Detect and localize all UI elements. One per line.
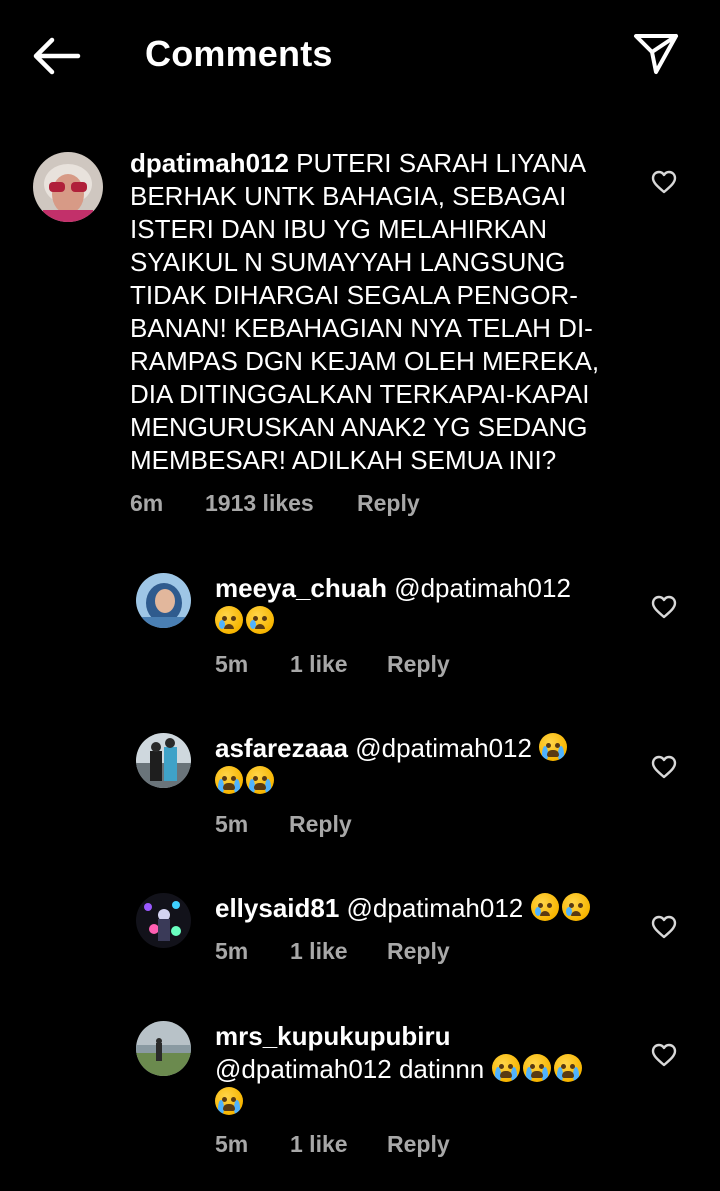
reply-username[interactable]: ellysaid81 (215, 893, 339, 923)
reply-meta: 5m 1 like Reply (215, 1131, 450, 1158)
crying-face-emoji (246, 606, 274, 634)
reply-meta: 5m 1 like Reply (215, 938, 450, 965)
reply-meta: 5m 1 like Reply (215, 651, 450, 678)
page-title: Comments (145, 33, 333, 74)
reply-username[interactable]: mrs_kupukupubiru (215, 1021, 450, 1051)
send-icon (634, 34, 678, 74)
crying-face-emoji (561, 893, 590, 921)
comment-item: dpatimah012 PUTERI SARAH LIYANA BERHAK U… (0, 140, 720, 530)
reply-item: ellysaid81 @dpatimah012 5m 1 like Reply (0, 890, 720, 1000)
reply-username[interactable]: asfarezaaa (215, 733, 348, 763)
reply-meta: 5m Reply (215, 811, 352, 838)
reply-button[interactable]: Reply (387, 1131, 450, 1158)
reply-text: asfarezaaa @dpatimah012 (215, 732, 625, 798)
reply-text: mrs_kupukupubiru @dpatimah012 datinnn (215, 1020, 625, 1119)
header-bar: Comments (0, 0, 720, 110)
back-button[interactable] (30, 34, 82, 78)
reply-mention[interactable]: @dpatimah012 (348, 733, 532, 763)
send-button[interactable] (632, 30, 680, 78)
avatar-image (136, 733, 191, 788)
comment-username[interactable]: dpatimah012 (130, 148, 289, 178)
reply-likes[interactable]: 1 like (290, 1131, 387, 1158)
reply-button[interactable]: Reply (357, 490, 420, 517)
like-button[interactable] (651, 1043, 679, 1069)
loudly-crying-face-emoji (215, 1087, 243, 1115)
reply-likes[interactable]: 1 like (290, 651, 387, 678)
reply-username[interactable]: meeya_chuah (215, 573, 387, 603)
loudly-crying-face-emoji (215, 766, 243, 794)
crying-face-emoji (215, 606, 243, 634)
reply-text: ellysaid81 @dpatimah012 (215, 892, 625, 925)
reply-button[interactable]: Reply (387, 651, 450, 678)
crying-face-emoji (530, 893, 559, 921)
arrow-left-icon (33, 37, 81, 75)
reply-item: mrs_kupukupubiru @dpatimah012 datinnn 5m… (0, 1018, 720, 1183)
heart-icon (651, 1043, 677, 1067)
loudly-crying-face-emoji (491, 1054, 520, 1082)
reply-item: meeya_chuah @dpatimah012 5m 1 like Reply (0, 570, 720, 700)
reply-mention[interactable]: @dpatimah012 datinnn (215, 1054, 484, 1084)
avatar[interactable] (136, 893, 191, 948)
reply-time: 5m (215, 938, 249, 964)
avatar[interactable] (33, 152, 103, 222)
like-button[interactable] (651, 170, 679, 196)
reply-mention[interactable]: @dpatimah012 (387, 573, 571, 603)
avatar-image (136, 893, 191, 948)
reply-mention[interactable]: @dpatimah012 (339, 893, 524, 923)
comment-text: dpatimah012 PUTERI SARAH LIYANA BERHAK U… (130, 147, 615, 477)
reply-text: meeya_chuah @dpatimah012 (215, 572, 625, 638)
reply-time: 5m (215, 811, 249, 837)
heart-icon (651, 915, 677, 939)
loudly-crying-face-emoji (246, 766, 274, 794)
reply-time: 5m (215, 651, 249, 677)
reply-button[interactable]: Reply (387, 938, 450, 965)
reply-button[interactable]: Reply (289, 811, 352, 838)
avatar-image (33, 152, 103, 222)
reply-likes[interactable]: 1 like (290, 938, 387, 965)
comment-likes[interactable]: 1913 likes (205, 490, 357, 517)
avatar-image (136, 1021, 191, 1076)
heart-icon (651, 170, 677, 194)
heart-icon (651, 595, 677, 619)
like-button[interactable] (651, 595, 679, 621)
reply-time: 5m (215, 1131, 249, 1157)
comment-body: PUTERI SARAH LIYANA BERHAK UNTK BAHAGIA,… (130, 148, 600, 475)
avatar[interactable] (136, 573, 191, 628)
like-button[interactable] (651, 915, 679, 941)
loudly-crying-face-emoji (539, 733, 568, 761)
comment-time: 6m (130, 490, 164, 516)
loudly-crying-face-emoji (522, 1054, 551, 1082)
loudly-crying-face-emoji (553, 1054, 582, 1082)
avatar-image (136, 573, 191, 628)
comment-meta: 6m 1913 likes Reply (130, 490, 420, 517)
avatar[interactable] (136, 1021, 191, 1076)
heart-icon (651, 755, 677, 779)
avatar[interactable] (136, 733, 191, 788)
like-button[interactable] (651, 755, 679, 781)
reply-item: asfarezaaa @dpatimah012 5m Reply (0, 730, 720, 860)
